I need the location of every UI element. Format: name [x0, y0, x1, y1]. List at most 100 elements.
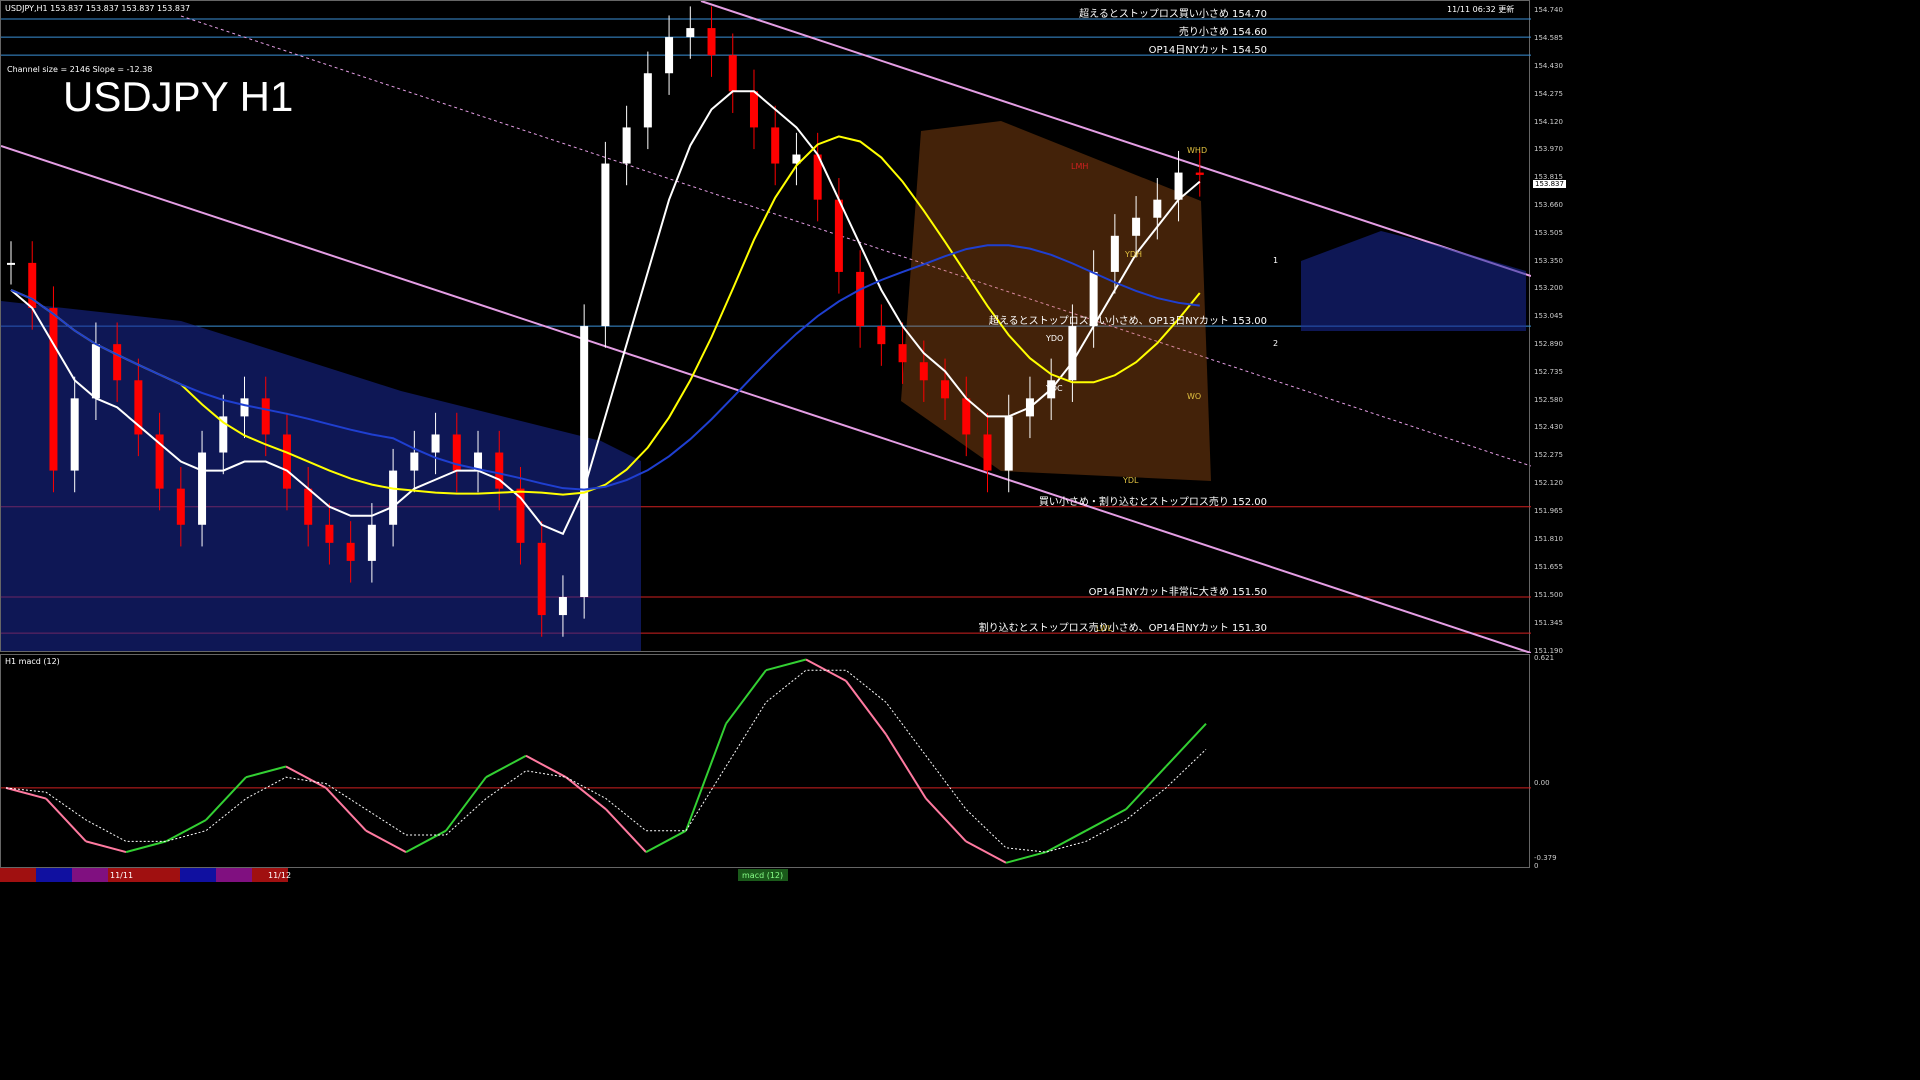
marker-label: D — [1201, 146, 1207, 155]
candle-body — [198, 452, 207, 525]
candle-body — [834, 199, 843, 272]
price-tick: 151.810 — [1534, 535, 1563, 544]
macd-segment — [845, 680, 887, 735]
candle-body — [728, 55, 737, 92]
price-tick: 153.970 — [1534, 144, 1563, 153]
macd-segment — [1005, 851, 1047, 864]
macd-segment — [285, 765, 327, 789]
macd-segment — [125, 840, 167, 854]
candle-body — [983, 434, 992, 471]
marker-label: LMH — [1071, 162, 1088, 171]
candle-body — [70, 398, 79, 471]
candle-body — [410, 452, 419, 471]
candle-body — [665, 37, 674, 74]
macd-segment — [85, 840, 127, 854]
candle-body — [707, 28, 716, 56]
level-label: 売り小さめ 154.60 — [1178, 27, 1267, 39]
macd-segment — [685, 723, 727, 832]
level-label: 超えるとストップロス買い小さめ 154.70 — [1079, 9, 1267, 21]
candle-body — [261, 398, 270, 435]
price-tick: 153.200 — [1534, 283, 1563, 292]
macd-segment — [485, 754, 527, 779]
macd-chart-svg — [1, 658, 1531, 864]
marker-label: YDL — [1122, 476, 1139, 485]
level-label: 買い小さめ・割り込むとストップロス売り 152.00 — [1038, 496, 1267, 508]
candle-body — [240, 398, 249, 417]
price-tick: 151.500 — [1534, 591, 1563, 599]
level-label: OP14日NYカット非常に大きめ 151.50 — [1088, 587, 1267, 598]
candle-body — [325, 524, 334, 543]
macd-segment — [645, 829, 687, 853]
macd-tab-label: macd (12) — [742, 871, 783, 880]
candle-body — [1153, 199, 1162, 218]
macd-segment — [1045, 829, 1087, 853]
price-tick: 151.345 — [1534, 619, 1563, 627]
session-band — [36, 868, 72, 882]
level-label: OP14日NYカット 154.50 — [1148, 45, 1267, 57]
candle-body — [898, 344, 907, 363]
marker-label: 1 — [1273, 256, 1278, 265]
candle-body — [877, 326, 886, 345]
price-axis: 154.740 154.585 154.430 154.275 154.120 153.9… — [1530, 0, 1568, 870]
candle-body — [919, 362, 928, 381]
candle-body — [1195, 172, 1204, 175]
price-tick: 154.275 — [1534, 89, 1563, 98]
candle-body — [622, 127, 631, 164]
macd-tick: -0.379 — [1534, 854, 1557, 862]
candle-body — [1132, 217, 1141, 236]
level-label: 割り込むとストップロス売り小さめ、OP14日NYカット 151.30 — [978, 623, 1267, 635]
candle-body — [304, 488, 313, 525]
candle-body — [1174, 172, 1183, 200]
candle-body — [856, 271, 865, 327]
macd-panel[interactable]: H1 macd (12) — [0, 654, 1531, 868]
candle-body — [346, 542, 355, 561]
macd-segment — [965, 840, 1007, 864]
session-band — [180, 868, 216, 882]
macd-segment — [365, 829, 407, 853]
marker-label: YDO — [1045, 334, 1063, 343]
price-tick: 153.505 — [1534, 228, 1563, 237]
macd-segment — [605, 808, 647, 853]
candle-body — [962, 398, 971, 435]
candle-body — [7, 262, 15, 265]
price-tick: 152.890 — [1534, 339, 1563, 348]
macd-segment — [205, 776, 247, 821]
main-chart-panel[interactable]: LMH WH D YDH YDO YDC YDL WO LWL 1 2 USDJPY,H1 153.… — [0, 0, 1531, 653]
datetime-label: 11/11 06:32 更新 — [1447, 5, 1515, 14]
macd-segment — [1165, 723, 1207, 768]
signal-line — [5, 669, 1207, 853]
candle-body — [113, 344, 122, 381]
price-tick: 153.660 — [1534, 200, 1563, 209]
price-tick: 154.585 — [1534, 33, 1563, 42]
price-tick: 152.430 — [1534, 423, 1563, 432]
macd-tick: 0.621 — [1534, 654, 1555, 662]
macd-segment — [565, 776, 607, 811]
price-tick: 154.120 — [1534, 117, 1563, 126]
candle-body — [431, 434, 440, 453]
candle-body — [282, 434, 291, 489]
marker-label: YDH — [1124, 250, 1142, 259]
candle-body — [367, 524, 376, 561]
marker-label: YDC — [1045, 384, 1063, 393]
price-tick: 152.580 — [1534, 395, 1563, 404]
price-tick: 152.120 — [1534, 479, 1563, 488]
marker-label: 2 — [1273, 339, 1278, 348]
macd-tick: 0.00 — [1534, 778, 1550, 787]
session-band — [0, 868, 36, 882]
price-tick: 154.430 — [1534, 61, 1563, 70]
macd-segment — [245, 765, 287, 779]
candle-body — [558, 597, 567, 616]
session-band — [72, 868, 108, 882]
candle-body — [749, 91, 758, 128]
candle-body — [91, 344, 100, 399]
macd-segment — [765, 658, 807, 672]
macd-segment — [885, 733, 927, 800]
candle-body — [580, 326, 589, 598]
price-tick: 153.350 — [1534, 256, 1563, 265]
candle-body — [176, 488, 185, 525]
session-band — [144, 868, 180, 882]
macd-segment — [1085, 808, 1127, 832]
macd-tick: 0 — [1534, 862, 1539, 870]
macd-segment — [5, 786, 47, 800]
candle-body — [49, 308, 58, 471]
